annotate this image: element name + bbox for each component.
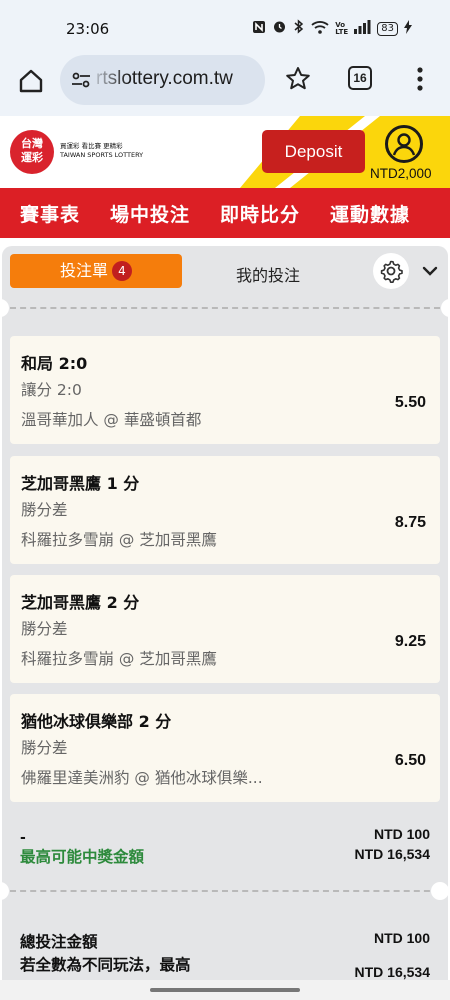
deposit-button[interactable]: Deposit [262, 130, 365, 173]
gesture-area [0, 980, 450, 1000]
collapse-button[interactable] [420, 262, 440, 280]
logo-english: TAIWAN SPORTS LOTTERY [60, 151, 144, 159]
bet-selection: 芝加哥黑鷹 1 分 [21, 474, 140, 493]
account-balance: NTD2,000 [370, 166, 432, 181]
more-vert-icon [417, 67, 423, 91]
charging-icon [404, 19, 412, 38]
status-time: 23:06 [66, 20, 110, 38]
total-stake-value: NTD 100 [373, 930, 430, 946]
bet-match: 科羅拉多雪崩 @ 芝加哥黑鷹 [21, 531, 217, 549]
bet-selection: 猶他冰球俱樂部 2 分 [21, 712, 172, 731]
status-icons: Vo LTE 83 [252, 19, 412, 38]
tab-my-bets[interactable]: 我的投注 [236, 262, 300, 286]
bet-card[interactable]: 和局 2:0 讓分 2:0 溫哥華加人 @ 華盛頓首都 5.50 [10, 336, 440, 444]
bet-odds: 5.50 [394, 394, 426, 411]
site-logo[interactable]: 台灣運彩 [10, 130, 54, 174]
volte-icon: Vo LTE [335, 20, 349, 36]
bet-match: 佛羅里達美洲豹 @ 猶他冰球俱樂... [21, 769, 263, 787]
bet-market: 勝分差 [21, 739, 68, 757]
bet-selection: 和局 2:0 [21, 354, 88, 373]
separator-dashed-top [10, 307, 440, 309]
bet-card[interactable]: 猶他冰球俱樂部 2 分 勝分差 佛羅里達美洲豹 @ 猶他冰球俱樂... 6.50 [10, 694, 440, 802]
address-bar[interactable]: rtslottery.com.tw [60, 55, 265, 105]
nav-item-schedule[interactable]: 賽事表 [20, 200, 80, 227]
nav-item-live-betting[interactable]: 場中投注 [110, 200, 190, 227]
betslip-count-badge: 4 [112, 261, 132, 281]
bet-market: 勝分差 [21, 501, 68, 519]
bet-match: 科羅拉多雪崩 @ 芝加哥黑鷹 [21, 650, 217, 668]
site-header: 台灣運彩 買運彩 看比賽 更精彩 TAIWAN SPORTS LOTTERY D… [0, 116, 450, 188]
tab-switcher-button[interactable]: 16 [348, 66, 372, 90]
settings-button[interactable] [373, 253, 409, 289]
separator-dashed-bottom [10, 890, 440, 892]
alarm-icon [272, 19, 287, 38]
home-icon [19, 69, 43, 93]
bet-odds: 9.25 [394, 633, 426, 650]
home-button[interactable] [14, 64, 48, 98]
bet-match: 溫哥華加人 @ 華盛頓首都 [21, 411, 202, 429]
chevron-down-icon [422, 266, 438, 276]
star-icon [286, 67, 310, 90]
total-note: 若全數為不同玩法，最高 [20, 956, 191, 974]
battery-indicator: 83 [377, 21, 398, 36]
account-button[interactable] [385, 125, 423, 163]
bet-selection: 芝加哥黑鷹 2 分 [21, 593, 140, 612]
total-payout-value: NTD 16,534 [354, 964, 430, 980]
summary-dash: - [20, 830, 26, 846]
bluetooth-icon [293, 19, 305, 38]
max-payout-label: 最高可能中獎金額 [20, 848, 145, 866]
summary-stake: NTD 100 [373, 826, 430, 842]
more-menu-button[interactable] [410, 64, 430, 94]
url-fade [88, 55, 128, 105]
wifi-icon [311, 20, 329, 38]
tab-betslip[interactable]: 投注單 4 [10, 254, 182, 288]
status-bar: 23:06 Vo LTE 83 [0, 0, 450, 50]
bet-market: 勝分差 [21, 620, 68, 638]
logo-caption: 買運彩 看比賽 更精彩 TAIWAN SPORTS LOTTERY [60, 142, 143, 160]
total-stake-label: 總投注金額 [20, 933, 98, 951]
signal-icon [353, 19, 371, 38]
separator-notch-right [431, 882, 449, 900]
logo-tagline: 買運彩 看比賽 更精彩 [60, 142, 123, 150]
gear-icon [380, 260, 403, 283]
bookmark-button[interactable] [284, 65, 312, 93]
site-settings-icon[interactable] [70, 69, 92, 91]
user-icon [392, 133, 416, 156]
nfc-icon [252, 20, 266, 38]
bet-card[interactable]: 芝加哥黑鷹 1 分 勝分差 科羅拉多雪崩 @ 芝加哥黑鷹 8.75 [10, 456, 440, 564]
main-nav: 賽事表 場中投注 即時比分 運動數據 [0, 188, 450, 238]
nav-item-stats[interactable]: 運動數據 [330, 200, 410, 227]
bet-odds: 8.75 [394, 514, 426, 531]
max-payout-value: NTD 16,534 [354, 846, 430, 862]
logo-text: 台灣運彩 [21, 137, 43, 164]
bet-card[interactable]: 芝加哥黑鷹 2 分 勝分差 科羅拉多雪崩 @ 芝加哥黑鷹 9.25 [10, 575, 440, 683]
gesture-handle[interactable] [150, 988, 300, 992]
nav-item-live-scores[interactable]: 即時比分 [220, 200, 300, 227]
bet-market: 讓分 2:0 [21, 381, 82, 399]
bet-odds: 6.50 [394, 752, 426, 769]
browser-toolbar: rtslottery.com.tw 16 [0, 50, 450, 116]
tab-betslip-label: 投注單 [59, 261, 108, 280]
